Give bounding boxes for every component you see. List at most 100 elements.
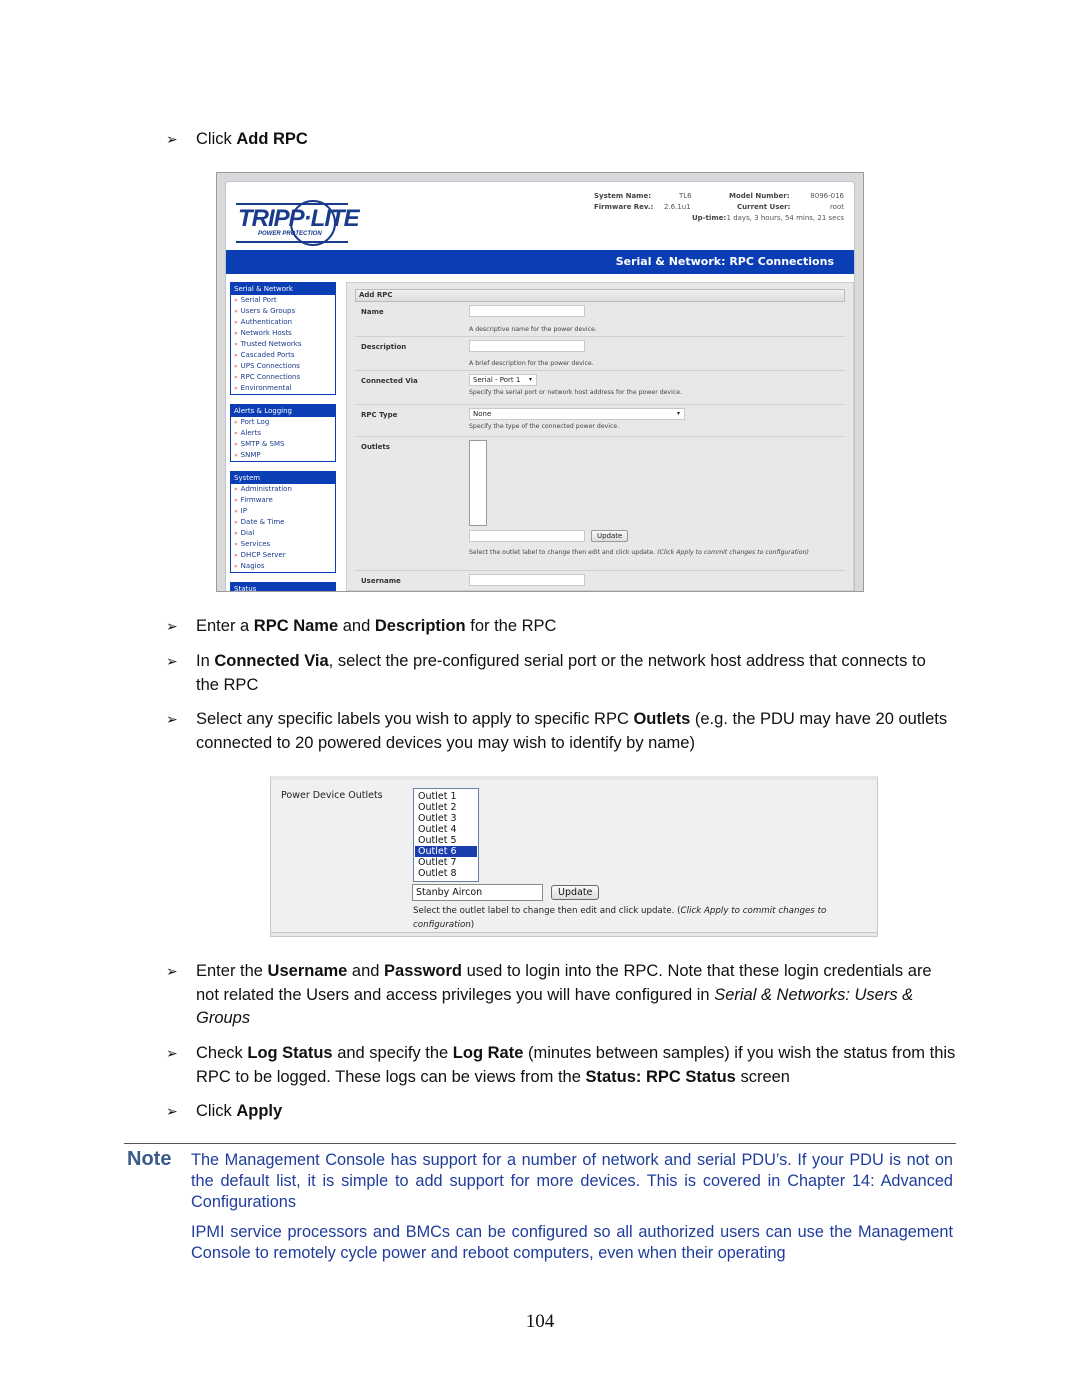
update-button[interactable]: Update <box>551 885 600 900</box>
sidebar-item[interactable]: » RPC Connections <box>231 372 335 383</box>
sidebar-item-label: SNMP <box>240 451 261 459</box>
description-row: Description A brief description for the … <box>355 337 845 371</box>
sidebar-item-label: Network Hosts <box>240 329 292 337</box>
nav-marker-icon: » <box>234 341 238 348</box>
rpc-type-select[interactable]: None ▾ <box>469 408 685 420</box>
bullet-arrow-icon: ➢ <box>166 1103 178 1119</box>
nav-marker-icon: » <box>234 486 238 493</box>
sidebar-item[interactable]: » Firmware <box>231 495 335 506</box>
sidebar: Serial & Network» Serial Port» Users & Gro… <box>230 282 336 591</box>
sidebar-group-title: Status <box>231 583 335 591</box>
connected-via-select[interactable]: Serial - Port 1 ▾ <box>469 374 537 386</box>
sidebar-item-label: Dial <box>240 529 255 537</box>
dropdown-caret-icon: ▾ <box>676 410 680 417</box>
sidebar-group: Status <box>230 582 336 591</box>
outlet-option[interactable]: Outlet 7 <box>415 857 477 868</box>
sidebar-item[interactable]: » Dial <box>231 528 335 539</box>
step-enter-name: ➢ Enter a RPC Name and Description for t… <box>166 615 946 639</box>
sidebar-item-label: Trusted Networks <box>240 340 302 348</box>
sidebar-group-title: Alerts & Logging <box>231 405 335 417</box>
sidebar-item[interactable]: » IP <box>231 506 335 517</box>
sidebar-group: Alerts & Logging» Port Log» Alerts» SMTP & … <box>230 404 336 462</box>
nav-marker-icon: » <box>234 352 238 359</box>
outlets-row: Outlets Update Select the outlet label t… <box>355 437 845 571</box>
sidebar-item[interactable]: » Administration <box>231 484 335 495</box>
sidebar-item-label: Port Log <box>240 418 270 426</box>
sidebar-item[interactable]: » Network Hosts <box>231 328 335 339</box>
sidebar-item-label: DHCP Server <box>240 551 286 559</box>
sidebar-group: System» Administration» Firmware» IP» Date &… <box>230 471 336 573</box>
update-button[interactable]: Update <box>591 530 629 542</box>
sidebar-item[interactable]: » Serial Port <box>231 295 335 306</box>
sidebar-item-label: Firmware <box>240 496 273 504</box>
outlet-option[interactable]: Outlet 6 <box>415 846 477 857</box>
username-row: Username <box>355 571 845 591</box>
outlet-label-input[interactable]: Stanby Aircon <box>412 884 543 901</box>
bullet-arrow-icon: ➢ <box>166 618 178 634</box>
sidebar-item-label: SMTP & SMS <box>240 440 285 448</box>
note-paragraph-2: IPMI service processors and BMCs can be … <box>191 1223 953 1262</box>
description-input[interactable] <box>469 340 585 352</box>
bullet-arrow-icon: ➢ <box>166 711 178 727</box>
outlets-listbox[interactable]: Outlet 1 Outlet 2 Outlet 3 Outlet 4 Outlet 5… <box>413 788 479 882</box>
nav-marker-icon: » <box>234 430 238 437</box>
nav-marker-icon: » <box>234 541 238 548</box>
sidebar-item-label: Users & Groups <box>240 307 296 315</box>
sidebar-item[interactable]: » Trusted Networks <box>231 339 335 350</box>
nav-marker-icon: » <box>234 530 238 537</box>
nav-marker-icon: » <box>234 519 238 526</box>
nav-marker-icon: » <box>234 552 238 559</box>
sidebar-item[interactable]: » Services <box>231 539 335 550</box>
sidebar-item-label: Cascaded Ports <box>240 351 295 359</box>
nav-marker-icon: » <box>234 563 238 570</box>
sidebar-item[interactable]: » Date & Time <box>231 517 335 528</box>
nav-marker-icon: » <box>234 319 238 326</box>
sidebar-item[interactable]: » Cascaded Ports <box>231 350 335 361</box>
sidebar-item[interactable]: » SMTP & SMS <box>231 439 335 450</box>
power-device-outlets-screenshot: Power Device Outlets Outlet 1 Outlet 2 Out… <box>270 776 878 937</box>
sidebar-item[interactable]: » DHCP Server <box>231 550 335 561</box>
outlets-listbox[interactable] <box>469 440 487 526</box>
sidebar-item[interactable]: » Port Log <box>231 417 335 428</box>
sidebar-group: Serial & Network» Serial Port» Users & Gro… <box>230 282 336 395</box>
outlet-option[interactable]: Outlet 2 <box>415 802 477 813</box>
outlet-option[interactable]: Outlet 3 <box>415 813 477 824</box>
outlet-option[interactable]: Outlet 4 <box>415 824 477 835</box>
outlet-label-input[interactable] <box>469 530 585 542</box>
nav-marker-icon: » <box>234 508 238 515</box>
outlets-help: Select the outlet label to change then e… <box>469 549 809 556</box>
outlet-option[interactable]: Outlet 8 <box>415 868 477 879</box>
add-rpc-panel: Add RPC Name A descriptive name for the … <box>346 282 854 591</box>
step-click-add-rpc: ➢ Click Add RPC <box>166 128 308 152</box>
page-number: 104 <box>525 1311 555 1332</box>
name-input[interactable] <box>469 305 585 317</box>
step-connected-via: ➢ In Connected Via, select the pre-confi… <box>166 652 926 694</box>
username-input[interactable] <box>469 574 585 586</box>
note-label: Note <box>127 1148 172 1170</box>
sidebar-item[interactable]: » SNMP <box>231 450 335 461</box>
rpc-type-row: RPC Type None ▾ Specify the type of the … <box>355 405 845 437</box>
outlets-hint: Select the outlet label to change then e… <box>413 906 827 930</box>
sidebar-item-label: Alerts <box>240 429 261 437</box>
sidebar-item-label: Serial Port <box>240 296 277 304</box>
nav-marker-icon: » <box>234 452 238 459</box>
nav-marker-icon: » <box>234 363 238 370</box>
sidebar-item-label: Services <box>240 540 271 548</box>
nav-marker-icon: » <box>234 385 238 392</box>
nav-marker-icon: » <box>234 374 238 381</box>
outlet-option[interactable]: Outlet 5 <box>415 835 477 846</box>
sidebar-item-label: Authentication <box>240 318 293 326</box>
outlet-option[interactable]: Outlet 1 <box>415 791 477 802</box>
step-credentials: ➢ Enter the Username and Password used t… <box>166 962 932 1027</box>
sidebar-item-label: IP <box>240 507 247 515</box>
sidebar-item[interactable]: » Authentication <box>231 317 335 328</box>
sidebar-item[interactable]: » Nagios <box>231 561 335 572</box>
sidebar-item[interactable]: » Users & Groups <box>231 306 335 317</box>
sidebar-item[interactable]: » UPS Connections <box>231 361 335 372</box>
section-title: Add RPC <box>355 289 845 302</box>
sidebar-item[interactable]: » Environmental <box>231 383 335 394</box>
nav-marker-icon: » <box>234 308 238 315</box>
web-ui-frame: TRIPP·LITE POWER PROTECTION System Name:… <box>225 181 855 591</box>
sidebar-item[interactable]: » Alerts <box>231 428 335 439</box>
connected-via-row: Connected Via Serial - Port 1 ▾ Specify … <box>355 371 845 405</box>
